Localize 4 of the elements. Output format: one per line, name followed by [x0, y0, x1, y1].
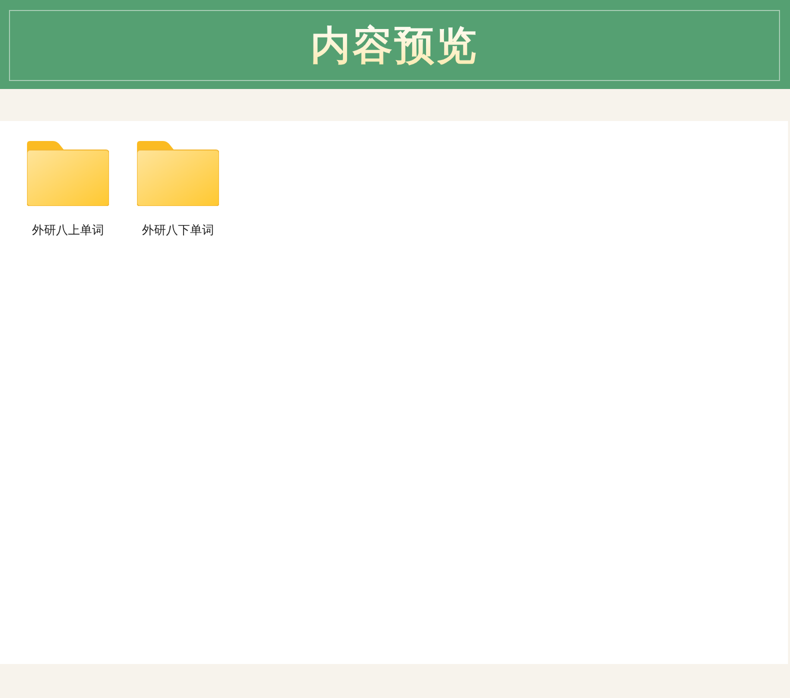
folder-name[interactable]: 外研八上单词 — [32, 222, 104, 239]
folder-icon[interactable] — [27, 141, 109, 206]
folder-icon[interactable] — [137, 141, 219, 206]
folder-name[interactable]: 外研八下单词 — [142, 222, 214, 239]
